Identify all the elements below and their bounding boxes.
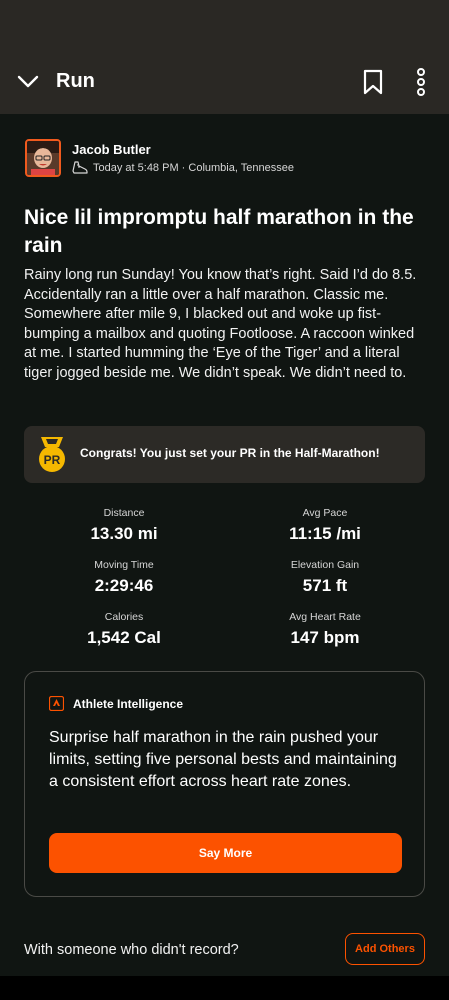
page-title: Run (56, 70, 95, 92)
stat-value: 2:29:46 (94, 576, 154, 595)
add-others-prompt: With someone who didn't record? (24, 942, 239, 958)
activity-meta: Today at 5:48 PM · Columbia, Tennessee (72, 161, 294, 175)
stat-label: Calories (104, 611, 144, 623)
ai-summary: Surprise half marathon in the rain pushe… (49, 729, 397, 790)
stat-elevation-gain: Elevation Gain 571 ft (225, 559, 425, 596)
stat-avg-heart-rate: Avg Heart Rate 147 bpm (225, 611, 425, 648)
ai-card-title: Athlete Intelligence (73, 697, 184, 711)
more-options-button[interactable] (408, 67, 434, 97)
stat-calories: Calories 1,542 Cal (24, 611, 224, 648)
say-more-button[interactable]: Say More (49, 833, 402, 873)
avatar[interactable] (25, 139, 61, 177)
stat-distance: Distance 13.30 mi (24, 507, 224, 544)
system-nav-bar (0, 976, 449, 1000)
bookmark-icon (363, 69, 383, 95)
pr-card[interactable]: PR Congrats! You just set your PR in the… (24, 426, 425, 483)
activity-timestamp: Today at 5:48 PM · Columbia, Tennessee (93, 162, 294, 174)
chevron-down-icon (17, 75, 39, 88)
activity-title: Nice lil impromptu half marathon in the … (24, 206, 414, 257)
strava-logo-icon (49, 696, 64, 711)
top-app-bar: Run (0, 48, 449, 114)
pr-badge-text: PR (44, 453, 61, 467)
stat-value: 147 bpm (290, 628, 360, 647)
stat-label: Moving Time (94, 559, 154, 571)
pr-message: Congrats! You just set your PR in the Ha… (80, 446, 380, 460)
activity-detail: Jacob Butler Today at 5:48 PM · Columbia… (0, 114, 449, 976)
status-bar (0, 0, 449, 48)
stat-value: 571 ft (302, 576, 348, 595)
stat-label: Avg Heart Rate (289, 611, 361, 623)
athlete-name[interactable]: Jacob Butler (72, 142, 151, 157)
more-vertical-icon (417, 68, 425, 96)
athlete-intelligence-card: Athlete Intelligence Surprise half marat… (24, 671, 425, 897)
bookmark-button[interactable] (360, 67, 386, 97)
stat-label: Elevation Gain (290, 559, 360, 571)
activity-description: Rainy long run Sunday! You know that’s r… (24, 267, 417, 381)
back-button[interactable] (14, 68, 42, 96)
shoe-icon (72, 161, 88, 174)
stat-value: 11:15 /mi (289, 524, 361, 543)
add-others-button[interactable]: Add Others (345, 933, 425, 965)
avatar-image-icon (27, 141, 59, 175)
stat-label: Avg Pace (302, 507, 348, 519)
pr-medal-icon: PR (39, 437, 65, 472)
stat-value: 1,542 Cal (87, 628, 161, 647)
stat-value: 13.30 mi (90, 524, 158, 543)
stat-label: Distance (103, 507, 145, 519)
stat-moving-time: Moving Time 2:29:46 (24, 559, 224, 596)
stat-avg-pace: Avg Pace 11:15 /mi (225, 507, 425, 544)
